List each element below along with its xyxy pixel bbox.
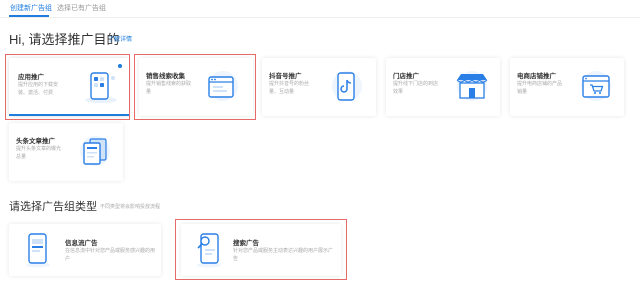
tab-select-existing-ad-group[interactable]: 选择已有广告组 <box>57 3 106 13</box>
learn-more-link[interactable]: 了解详情 <box>108 34 132 43</box>
card-title: 头条文章推广 <box>16 138 55 145</box>
card-title: 电商店铺推广 <box>517 73 556 80</box>
shop-cart-window-icon <box>581 71 611 101</box>
objective-card-ecommerce-shop[interactable]: 电商店铺推广 提升电商店铺的产品销量 <box>510 58 624 116</box>
page-title: Hi, 请选择推广目的 <box>9 32 120 47</box>
douyin-phone-icon <box>332 71 362 101</box>
ad-type-card-feed[interactable]: 信息流广告 在信息流中针对您产品或服务感兴趣的用户 <box>9 224 161 276</box>
highlight-box-search-ads <box>175 219 347 280</box>
tabs-divider <box>0 17 640 18</box>
card-description: 提升头条文章的曝光总量 <box>16 146 62 160</box>
article-cards-icon <box>80 136 110 166</box>
objective-card-douyin-account[interactable]: 抖音号推广 提升抖音号的粉丝量、互动量 <box>262 58 376 116</box>
card-description: 提升抖音号的粉丝量、互动量 <box>269 81 310 95</box>
section-title: 请选择广告组类型 <box>9 201 97 213</box>
objective-card-store[interactable]: 门店推广 提升线下门店的到店效果 <box>386 58 500 116</box>
tab-create-new-ad-group[interactable]: 创建新广告组 <box>10 3 52 13</box>
feed-phone-icon <box>26 233 50 268</box>
card-description: 提升线下门店的到店效果 <box>393 81 439 95</box>
highlight-box-sales-leads <box>134 54 256 120</box>
card-title: 抖音号推广 <box>269 73 302 80</box>
card-description: 在信息流中针对您产品或服务感兴趣的用户 <box>65 248 156 262</box>
card-title: 信息流广告 <box>65 240 98 247</box>
card-title: 门店推广 <box>393 73 419 80</box>
highlight-box-app-promotion <box>5 54 130 120</box>
objective-card-toutiao-article[interactable]: 头条文章推广 提升头条文章的曝光总量 <box>9 123 123 181</box>
storefront-icon <box>456 71 488 101</box>
card-description: 提升电商店铺的产品销量 <box>517 81 563 95</box>
section-hint: 不同类型将会影响投放流程 <box>100 204 161 210</box>
